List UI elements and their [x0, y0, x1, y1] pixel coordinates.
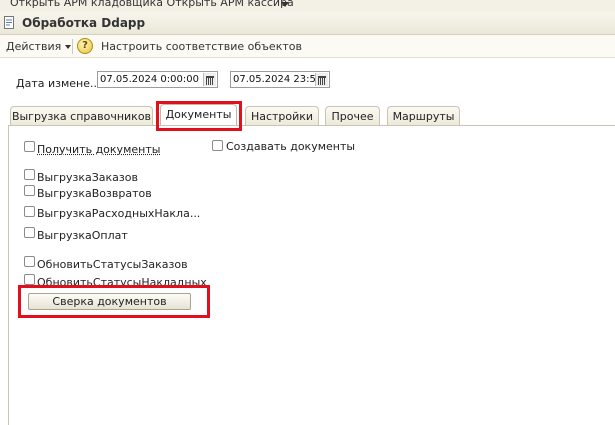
tab-routes[interactable]: Маршруты: [387, 106, 460, 125]
export-orders-label[interactable]: ВыгрузкаЗаказов: [37, 171, 138, 184]
window-title: Обработка Ddapp: [22, 16, 146, 30]
tab-catalog-export[interactable]: Выгрузка справочников: [10, 106, 153, 125]
create-documents-checkbox[interactable]: [212, 140, 223, 151]
tab-panel-border: [9, 125, 615, 126]
chevron-down-icon[interactable]: [281, 2, 289, 7]
tab-panel-left-border: [8, 125, 9, 425]
export-returns-label[interactable]: ВыгрузкаВозвратов: [37, 187, 152, 200]
form-icon: [4, 16, 14, 29]
update-invoice-status-label[interactable]: ОбновитьСтатусыНакладных: [37, 276, 207, 289]
date-changed-label: Дата измене...: [16, 77, 101, 90]
actions-label: Действия: [6, 40, 62, 53]
date-to-value: 07.05.2024 23:59:59: [233, 74, 316, 85]
configure-mapping-button[interactable]: Настроить соответствие объектов: [101, 40, 302, 53]
export-orders-checkbox[interactable]: [24, 169, 35, 180]
date-from-field[interactable]: 07.05.2024 0:00:00: [97, 71, 218, 88]
update-order-status-label[interactable]: ОбновитьСтатусыЗаказов: [37, 258, 188, 271]
chevron-down-icon: [65, 45, 72, 49]
reconcile-documents-button[interactable]: Сверка документов: [28, 293, 191, 310]
export-payments-label[interactable]: ВыгрузкаОплат: [37, 229, 128, 242]
export-invoices-checkbox[interactable]: [24, 206, 35, 217]
toolbar-separator: [72, 39, 73, 54]
tab-settings[interactable]: Настройки: [245, 106, 319, 125]
export-returns-checkbox[interactable]: [24, 185, 35, 196]
create-documents-label[interactable]: Создавать документы: [226, 140, 355, 153]
top-menu-text[interactable]: Открыть АРМ кладовщика Открыть АРМ касси…: [10, 0, 294, 9]
update-order-status-checkbox[interactable]: [24, 256, 35, 267]
export-invoices-label[interactable]: ВыгрузкаРасходныхНакла...: [37, 207, 200, 220]
top-menu-strip: Открыть АРМ кладовщика Открыть АРМ касси…: [0, 0, 615, 12]
export-payments-checkbox[interactable]: [24, 227, 35, 238]
date-to-field[interactable]: 07.05.2024 23:59:59: [230, 71, 330, 88]
help-icon[interactable]: ?: [77, 38, 93, 54]
calendar-icon[interactable]: [203, 73, 216, 86]
get-documents-checkbox[interactable]: [24, 141, 35, 152]
calendar-icon[interactable]: [315, 73, 328, 86]
tab-other[interactable]: Прочее: [325, 106, 380, 125]
window-titlebar: Обработка Ddapp: [0, 12, 615, 35]
toolbar: Действия ? Настроить соответствие объект…: [0, 35, 615, 58]
update-invoice-status-checkbox[interactable]: [24, 274, 35, 285]
tab-documents[interactable]: Документы: [160, 104, 237, 126]
actions-menu-button[interactable]: Действия: [6, 40, 72, 53]
date-from-value: 07.05.2024 0:00:00: [100, 74, 199, 85]
get-documents-label[interactable]: Получить документы: [37, 143, 160, 156]
